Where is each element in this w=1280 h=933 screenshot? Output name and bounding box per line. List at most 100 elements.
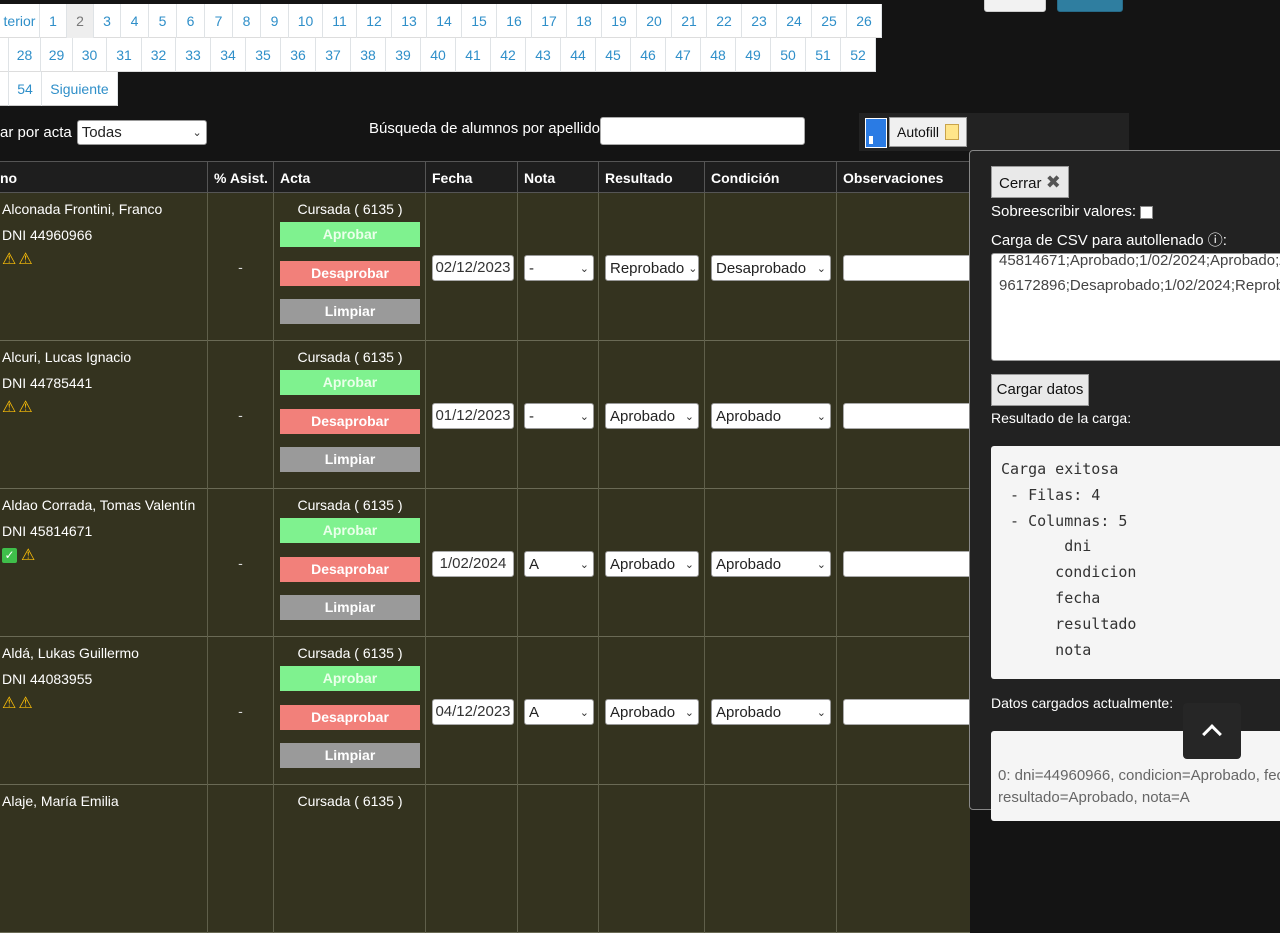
scroll-to-top-button[interactable] (1183, 703, 1241, 759)
page-link[interactable]: 21 (672, 4, 707, 38)
page-link[interactable]: 18 (567, 4, 602, 38)
page-link[interactable]: 9 (261, 4, 289, 38)
resultado-select[interactable]: Aprobado ⌄ (605, 699, 699, 725)
page-link[interactable]: 39 (386, 38, 421, 72)
page-link[interactable]: 30 (73, 38, 107, 72)
nota-select[interactable]: - ⌄ (524, 403, 594, 429)
page-link[interactable] (0, 72, 9, 106)
page-link[interactable]: 52 (841, 38, 876, 72)
page-link[interactable]: 23 (742, 4, 777, 38)
condicion-select[interactable]: Aprobado ⌄ (711, 551, 831, 577)
page-link[interactable]: 29 (41, 38, 73, 72)
page-link[interactable]: 7 (205, 4, 233, 38)
disapprove-button[interactable]: Desaprobar (280, 705, 420, 730)
page-link[interactable]: terior (0, 4, 40, 38)
page-link[interactable]: 2 (67, 4, 94, 38)
page-link[interactable]: 28 (9, 38, 41, 72)
date-input[interactable]: 01/12/2023 (432, 403, 514, 429)
condicion-select[interactable]: Aprobado ⌄ (711, 403, 831, 429)
page-link[interactable]: 16 (497, 4, 532, 38)
page-link[interactable]: 17 (532, 4, 567, 38)
page-link[interactable]: 40 (421, 38, 456, 72)
nota-select[interactable]: A ⌄ (524, 551, 594, 577)
condicion-cell: Aprobado ⌄ (704, 637, 836, 785)
clear-button[interactable]: Limpiar (280, 447, 420, 472)
approve-button[interactable]: Aprobar (280, 518, 420, 543)
page-link[interactable]: 12 (357, 4, 392, 38)
close-button[interactable]: Cerrar ✖ (991, 166, 1069, 198)
date-input[interactable]: 02/12/2023 (432, 255, 514, 281)
page-link[interactable]: 11 (323, 4, 357, 38)
csv-textarea[interactable]: 45814671;Aprobado;1/02/2024;Aprobado;A 9… (991, 253, 1280, 361)
approve-button[interactable]: Aprobar (280, 222, 420, 247)
observaciones-input[interactable] (843, 403, 973, 429)
page-link[interactable]: 4 (121, 4, 149, 38)
page-link[interactable]: 13 (392, 4, 427, 38)
search-input[interactable] (600, 117, 805, 145)
page-link[interactable]: Siguiente (42, 72, 118, 106)
condicion-select[interactable]: Aprobado ⌄ (711, 699, 831, 725)
resultado-select[interactable]: Aprobado ⌄ (605, 403, 699, 429)
page-link[interactable]: 43 (526, 38, 561, 72)
disapprove-button[interactable]: Desaprobar (280, 261, 420, 286)
page-link[interactable]: 47 (666, 38, 701, 72)
page-link[interactable]: 1 (40, 4, 67, 38)
page-link[interactable]: 22 (707, 4, 742, 38)
resultado-select[interactable]: Reprobado ⌄ (605, 255, 699, 281)
approve-button[interactable]: Aprobar (280, 666, 420, 691)
approve-button[interactable]: Aprobar (280, 370, 420, 395)
page-link[interactable]: 37 (316, 38, 351, 72)
page-link[interactable]: 49 (736, 38, 771, 72)
disapprove-button[interactable]: Desaprobar (280, 557, 420, 582)
page-link[interactable]: 35 (246, 38, 281, 72)
page-link[interactable]: 3 (94, 4, 121, 38)
disapprove-button[interactable]: Desaprobar (280, 409, 420, 434)
nota-select[interactable]: A ⌄ (524, 699, 594, 725)
overwrite-checkbox[interactable] (1140, 206, 1154, 219)
page-link[interactable]: 38 (351, 38, 386, 72)
page-link[interactable]: 50 (771, 38, 806, 72)
page-link[interactable]: 42 (491, 38, 526, 72)
date-input[interactable]: 04/12/2023 (432, 699, 514, 725)
page-link[interactable]: 6 (177, 4, 205, 38)
clear-button[interactable]: Limpiar (280, 743, 420, 768)
date-input[interactable]: 1/02/2024 (432, 551, 514, 577)
page-link[interactable]: 54 (9, 72, 42, 106)
clear-button[interactable]: Limpiar (280, 299, 420, 324)
page-link[interactable]: 36 (281, 38, 316, 72)
page-link[interactable]: 34 (211, 38, 246, 72)
nota-select[interactable]: - ⌄ (524, 255, 594, 281)
page-link[interactable]: 46 (631, 38, 666, 72)
page-link[interactable]: 33 (176, 38, 211, 72)
page-link[interactable]: 41 (456, 38, 491, 72)
acta-filter-select[interactable]: Todas ⌄ (76, 120, 207, 145)
autofill-button[interactable]: Autofill (889, 117, 967, 147)
resultado-select[interactable]: Aprobado ⌄ (605, 551, 699, 577)
page-link[interactable]: 14 (427, 4, 462, 38)
page-link[interactable]: 48 (701, 38, 736, 72)
page-link[interactable]: 31 (107, 38, 142, 72)
page-link[interactable]: 26 (847, 4, 882, 38)
condicion-select[interactable]: Desaprobado ⌄ (711, 255, 831, 281)
page-link[interactable]: 20 (637, 4, 672, 38)
observaciones-input[interactable] (843, 551, 973, 577)
page-link[interactable]: 51 (806, 38, 841, 72)
page-link[interactable]: 25 (812, 4, 847, 38)
load-data-button[interactable]: Cargar datos (991, 374, 1089, 406)
observaciones-input[interactable] (843, 255, 973, 281)
page-link[interactable]: 8 (233, 4, 261, 38)
observaciones-input[interactable] (843, 699, 973, 725)
extension-icon[interactable] (865, 118, 887, 148)
page-link[interactable]: 15 (462, 4, 497, 38)
page-link[interactable]: 32 (142, 38, 176, 72)
save-button[interactable]: Guardar (1057, 0, 1123, 12)
page-link[interactable]: 19 (602, 4, 637, 38)
page-link[interactable]: 45 (596, 38, 631, 72)
clear-button[interactable]: Limpiar (280, 595, 420, 620)
page-link[interactable] (0, 38, 9, 72)
page-link[interactable]: 24 (777, 4, 812, 38)
page-link[interactable]: 5 (149, 4, 177, 38)
page-link[interactable]: 44 (561, 38, 596, 72)
top-secondary-button[interactable] (984, 0, 1046, 12)
page-link[interactable]: 10 (289, 4, 323, 38)
